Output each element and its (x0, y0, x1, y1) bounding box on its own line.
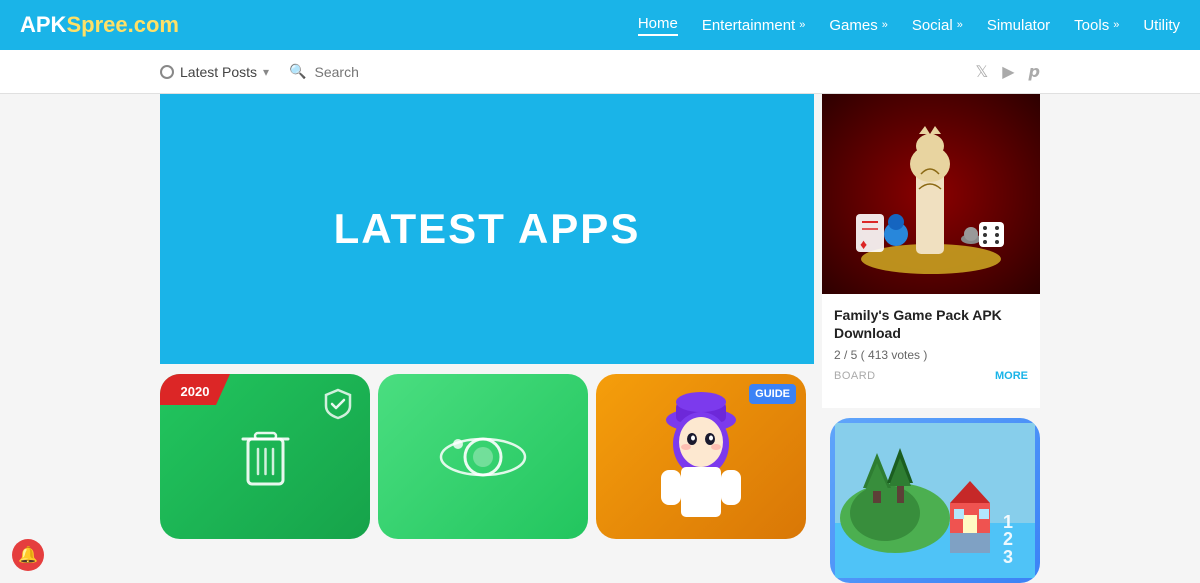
logo-apk: APK (20, 12, 66, 37)
search-input[interactable] (315, 64, 515, 80)
latest-posts-dropdown[interactable]: Latest Posts ▾ (160, 64, 269, 80)
more-link[interactable]: MORE (995, 370, 1028, 382)
chevron-icon: » (1113, 19, 1119, 31)
social-icons: 𝕏 ▶ 𝙥 (975, 62, 1040, 82)
hero-banner: LATEST APPS (160, 94, 814, 364)
nav-tools[interactable]: Tools » (1074, 17, 1119, 34)
nav-games[interactable]: Games » (829, 17, 887, 34)
svg-text:♦: ♦ (860, 236, 867, 252)
header: APKSpree.com Home Entertainment » Games … (0, 0, 1200, 50)
guide-badge: GUIDE (749, 384, 796, 404)
game-meta: BOARD MORE (834, 370, 1028, 382)
main-nav: Home Entertainment » Games » Social » Si… (638, 15, 1180, 36)
chevron-icon: » (957, 19, 963, 31)
svg-text:2: 2 (1003, 529, 1013, 549)
right-sidebar: ♦ Family's Game Pack APK Download 2 / 5 … (822, 94, 1040, 583)
dropdown-chevron-icon: ▾ (263, 65, 269, 79)
youtube-icon[interactable]: ▶ (1002, 62, 1014, 82)
app-icon-guide[interactable]: GUIDE (596, 374, 806, 539)
logo[interactable]: APKSpree.com (20, 12, 179, 38)
chevron-icon: » (799, 19, 805, 31)
app-icon-cleaner[interactable]: 2020 (160, 374, 370, 539)
game-board-icon: ♦ (831, 104, 1031, 284)
main-content: LATEST APPS 2020 (0, 94, 1200, 583)
game-info-panel: Family's Game Pack APK Download 2 / 5 ( … (822, 294, 1040, 408)
orbit-planet-icon (438, 412, 528, 502)
landscape-icon: 1 2 3 (835, 423, 1035, 578)
search-area: 🔍 (289, 63, 975, 80)
nav-entertainment[interactable]: Entertainment » (702, 17, 806, 34)
nav-simulator[interactable]: Simulator (987, 17, 1050, 34)
pinterest-icon[interactable]: 𝙥 (1029, 62, 1040, 82)
hero-title: LATEST APPS (334, 205, 641, 253)
app-icon-landscape[interactable]: 1 2 3 (830, 418, 1040, 583)
shield-icon (322, 388, 354, 425)
notification-button[interactable]: 🔔 (12, 539, 44, 571)
logo-spree: Spree.com (66, 12, 179, 37)
trash-bin-icon (233, 419, 298, 494)
game-thumbnail[interactable]: ♦ (822, 94, 1040, 294)
guide-character-icon (646, 382, 756, 532)
app-icons-row: 2020 (160, 364, 814, 583)
left-area: LATEST APPS 2020 (160, 94, 814, 583)
twitter-icon[interactable]: 𝕏 (975, 62, 988, 82)
nav-social[interactable]: Social » (912, 17, 963, 34)
game-title[interactable]: Family's Game Pack APK Download (834, 306, 1028, 342)
app-icon-orbit[interactable] (378, 374, 588, 539)
search-icon: 🔍 (289, 63, 306, 80)
bell-icon: 🔔 (18, 545, 38, 565)
badge-2020: 2020 (160, 374, 230, 405)
nav-utility[interactable]: Utility (1143, 17, 1180, 34)
sub-header: Latest Posts ▾ 🔍 𝕏 ▶ 𝙥 (0, 50, 1200, 94)
dot-icon (160, 65, 174, 79)
latest-posts-label: Latest Posts (180, 64, 257, 80)
game-category: BOARD (834, 370, 876, 382)
svg-text:3: 3 (1003, 547, 1013, 567)
chevron-icon: » (882, 19, 888, 31)
game-rating: 2 / 5 ( 413 votes ) (834, 348, 1028, 362)
nav-home[interactable]: Home (638, 15, 678, 36)
